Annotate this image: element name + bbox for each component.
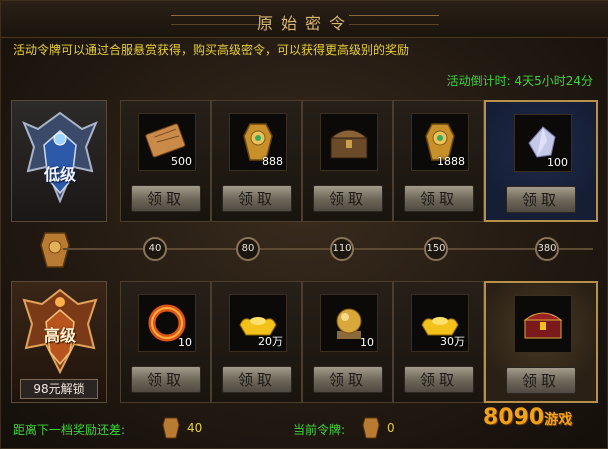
low-reward-slot-1: 500 领取 xyxy=(120,100,211,222)
watermark-main: 8090 xyxy=(483,405,545,430)
high-tier-row: 高级 98元解锁 10 领取 20万 领取 10 领取 30万 领取 领取 xyxy=(11,281,601,403)
claim-button[interactable]: 领取 xyxy=(131,366,201,393)
claim-button[interactable]: 领取 xyxy=(506,186,576,213)
reward-icon-frame: 500 xyxy=(138,113,196,171)
current-token-label: 当前令牌: xyxy=(293,423,346,437)
claim-button[interactable]: 领取 xyxy=(404,366,474,393)
treasure-chest-icon xyxy=(329,129,369,159)
claim-button[interactable]: 领取 xyxy=(222,366,292,393)
claim-button[interactable]: 领取 xyxy=(404,185,474,212)
countdown-value: 4天5小时24分 xyxy=(514,74,593,88)
high-reward-slot-1: 10 领取 xyxy=(120,281,211,403)
reward-quantity: 888 xyxy=(262,155,283,168)
high-tier-label: 高级 xyxy=(43,326,76,345)
high-reward-slot-4: 30万 领取 xyxy=(393,281,484,403)
reward-icon-frame: 10 xyxy=(138,294,196,352)
current-token-value: 0 xyxy=(387,421,395,435)
next-tier-label: 距离下一档奖励还差: xyxy=(13,423,126,437)
reward-quantity: 10 xyxy=(360,336,374,349)
reward-quantity: 10 xyxy=(178,336,192,349)
high-reward-slot-3: 10 领取 xyxy=(302,281,393,403)
milestone-node: 110 xyxy=(330,237,354,261)
claim-button[interactable]: 领取 xyxy=(131,185,201,212)
reward-icon-frame: 1888 xyxy=(411,113,469,171)
reward-icon-frame xyxy=(514,295,572,353)
next-tier-value: 40 xyxy=(187,421,203,435)
site-watermark-logo: 8090游戏 xyxy=(483,405,572,430)
reward-quantity: 30万 xyxy=(440,335,465,348)
high-tier-badge: 高级 98元解锁 xyxy=(11,281,107,403)
countdown-label: 活动倒计时: xyxy=(446,74,511,88)
event-panel: 原始密令 活动令牌可以通过合服悬赏获得，购买高级密令，可以获得更高级别的奖励 活… xyxy=(0,0,608,449)
high-reward-slot-2: 20万 领取 xyxy=(211,281,302,403)
claim-button[interactable]: 领取 xyxy=(313,185,383,212)
reward-icon-frame xyxy=(320,113,378,171)
page-title: 原始密令 xyxy=(256,14,353,33)
milestone-node: 150 xyxy=(424,237,448,261)
reward-quantity: 1888 xyxy=(437,155,465,168)
milestone-node: 40 xyxy=(143,237,167,261)
reward-quantity: 100 xyxy=(547,156,568,169)
low-tier-badge: 低级 xyxy=(11,100,107,222)
token-icon xyxy=(40,232,70,268)
low-reward-slot-4: 1888 领取 xyxy=(393,100,484,222)
token-icon xyxy=(362,417,380,439)
countdown: 活动倒计时: 4天5小时24分 xyxy=(447,72,593,89)
reward-icon-frame: 888 xyxy=(229,113,287,171)
low-reward-slot-5: 100 领取 xyxy=(484,100,598,222)
claim-button[interactable]: 领取 xyxy=(313,366,383,393)
unlock-button[interactable]: 98元解锁 xyxy=(20,379,98,399)
reward-icon-frame: 30万 xyxy=(411,294,469,352)
low-reward-slot-3: 领取 xyxy=(302,100,393,222)
milestone-node: 380 xyxy=(535,237,559,261)
claim-button[interactable]: 领取 xyxy=(222,185,292,212)
low-reward-slot-2: 888 领取 xyxy=(211,100,302,222)
reward-quantity: 20万 xyxy=(258,335,283,348)
reward-quantity: 500 xyxy=(171,155,192,168)
reward-icon-frame: 100 xyxy=(514,114,572,172)
claim-button[interactable]: 领取 xyxy=(506,367,576,394)
token-icon xyxy=(162,417,180,439)
watermark-suffix: 游戏 xyxy=(544,412,573,428)
reward-icon-frame: 20万 xyxy=(229,294,287,352)
low-tier-label: 低级 xyxy=(43,165,76,184)
reward-icon-frame: 10 xyxy=(320,294,378,352)
milestone-node: 80 xyxy=(236,237,260,261)
event-notice: 活动令牌可以通过合服悬赏获得，购买高级密令，可以获得更高级别的奖励 xyxy=(13,43,410,57)
next-tier-info: 距离下一档奖励还差: xyxy=(13,421,125,438)
high-reward-slot-5: 领取 xyxy=(484,281,598,403)
low-tier-row: 低级 500 领取 888 领取 领取 1888 领取 100 领取 xyxy=(11,100,601,222)
ornate-chest-icon xyxy=(523,312,563,339)
title-bar: 原始密令 xyxy=(1,1,608,38)
